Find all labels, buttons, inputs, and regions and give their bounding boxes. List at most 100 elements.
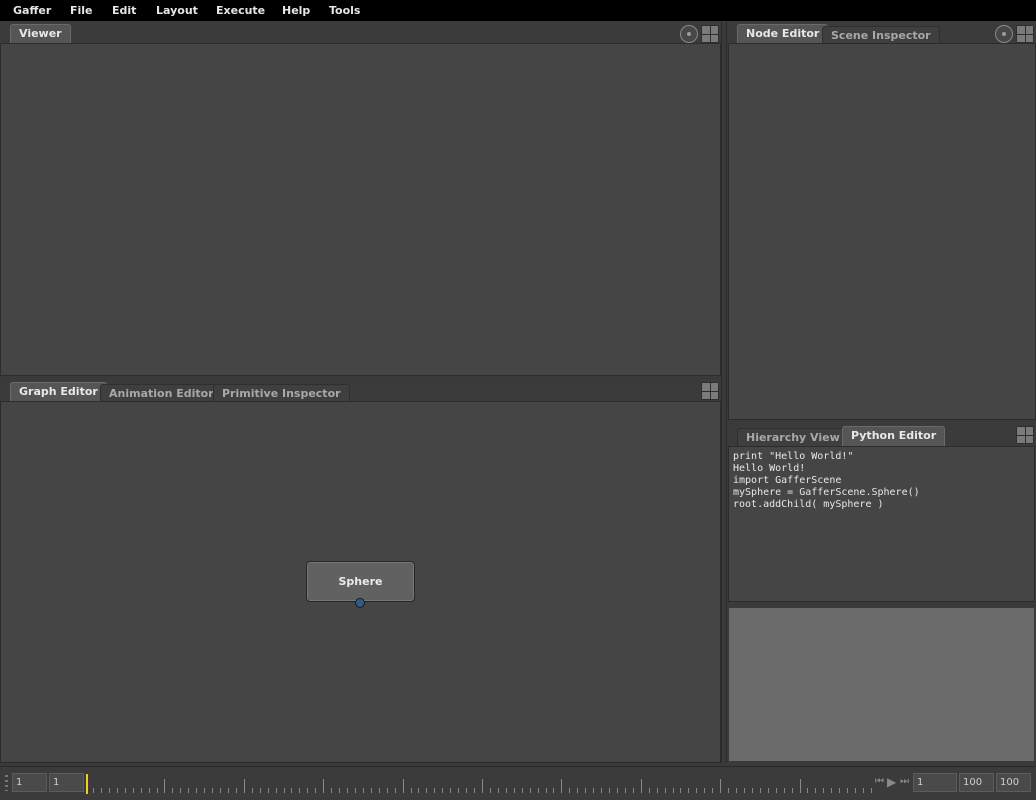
timeline-tick bbox=[497, 788, 499, 793]
viewer-panel[interactable] bbox=[0, 43, 721, 376]
output-line: Hello World! bbox=[733, 463, 806, 474]
timeline-tick bbox=[855, 788, 857, 793]
timeline-tick bbox=[712, 788, 714, 793]
timeline-tick bbox=[529, 788, 531, 793]
python-output[interactable]: print "Hello World!" Hello World! import G… bbox=[728, 446, 1035, 602]
timeline-tick bbox=[720, 779, 722, 793]
timeline-tick bbox=[489, 788, 491, 793]
timeline-tick bbox=[759, 788, 761, 793]
menu-help[interactable]: Help bbox=[282, 0, 310, 21]
timeline-tick bbox=[609, 788, 611, 793]
timeline-tick bbox=[656, 788, 658, 793]
tab-graph-editor[interactable]: Graph Editor bbox=[10, 382, 107, 402]
timeline-tick bbox=[815, 788, 817, 793]
timeline-tick bbox=[863, 788, 865, 793]
tab-scene-inspector[interactable]: Scene Inspector bbox=[822, 26, 940, 44]
end-frame-field[interactable]: 100 bbox=[996, 773, 1031, 792]
timeline-tick bbox=[196, 788, 198, 793]
step-forward-icon[interactable]: ⏭ bbox=[900, 776, 910, 788]
timeline-tick bbox=[482, 779, 483, 793]
timeline-tick bbox=[339, 788, 341, 793]
timeline-tick bbox=[418, 788, 420, 793]
timeline-tick bbox=[648, 788, 650, 793]
python-input[interactable] bbox=[728, 607, 1035, 762]
timeline-tick bbox=[871, 788, 872, 793]
timeline-tick bbox=[323, 779, 325, 793]
tab-animation-editor[interactable]: Animation Editor bbox=[100, 384, 223, 402]
timeline-tick bbox=[354, 788, 356, 793]
timeline-tick bbox=[315, 788, 317, 793]
vertical-splitter[interactable] bbox=[721, 22, 727, 763]
timeline-tick bbox=[474, 788, 476, 793]
range-end-field[interactable]: 100 bbox=[959, 773, 994, 792]
timeline-tick bbox=[93, 788, 94, 793]
timeline-tick bbox=[386, 788, 388, 793]
timeline-tick bbox=[235, 788, 237, 793]
timeline-tick bbox=[624, 788, 626, 793]
menu-gaffer[interactable]: Gaffer bbox=[13, 0, 51, 21]
tab-python-editor[interactable]: Python Editor bbox=[842, 426, 946, 446]
timeline-tick bbox=[569, 788, 571, 793]
layout-menu-icon[interactable] bbox=[701, 382, 719, 400]
timeline-tick bbox=[553, 788, 555, 793]
timeline-tick bbox=[402, 779, 404, 793]
tab-hierarchy-view[interactable]: Hierarchy View bbox=[737, 428, 849, 446]
timeline-tick bbox=[132, 788, 134, 793]
timeline-tick bbox=[791, 788, 793, 793]
timeline-tick bbox=[743, 788, 745, 793]
timeline-tick bbox=[466, 788, 468, 793]
timeline-tick bbox=[696, 788, 698, 793]
timeline-tick bbox=[116, 788, 118, 793]
step-back-icon[interactable]: ⏮ bbox=[875, 776, 885, 788]
timeline-tick bbox=[450, 788, 452, 793]
timeline-tick bbox=[275, 788, 277, 793]
timeline-tick bbox=[521, 788, 523, 793]
menu-tools[interactable]: Tools bbox=[329, 0, 360, 21]
timeline-tick bbox=[847, 788, 849, 793]
timeline-tick bbox=[593, 788, 595, 793]
timeline-tick bbox=[299, 788, 301, 793]
timeline-tick bbox=[124, 788, 126, 793]
grip-handle[interactable] bbox=[5, 775, 8, 791]
tab-primitive-inspector[interactable]: Primitive Inspector bbox=[213, 384, 350, 402]
timeline-tick bbox=[672, 788, 674, 793]
start-frame-field[interactable]: 1 bbox=[12, 773, 47, 792]
menu-edit[interactable]: Edit bbox=[112, 0, 136, 21]
timeline-tick bbox=[513, 788, 515, 793]
tab-node-editor[interactable]: Node Editor bbox=[737, 24, 829, 44]
timeline-tick bbox=[505, 788, 507, 793]
target-icon[interactable] bbox=[995, 25, 1013, 43]
layout-menu-icon[interactable] bbox=[1016, 426, 1034, 444]
layout-menu-icon[interactable] bbox=[701, 25, 719, 43]
output-line: print "Hello World!" bbox=[733, 451, 854, 462]
node-editor-panel[interactable] bbox=[728, 43, 1036, 420]
tab-viewer[interactable]: Viewer bbox=[10, 24, 71, 44]
timeline-tick bbox=[664, 788, 666, 793]
timeline-tick bbox=[585, 788, 587, 793]
timeline-tick bbox=[537, 788, 539, 793]
target-icon[interactable] bbox=[680, 25, 698, 43]
sphere-out-plug[interactable] bbox=[355, 598, 365, 608]
menu-execute[interactable]: Execute bbox=[216, 0, 265, 21]
timeline-tick bbox=[680, 788, 682, 793]
menu-layout[interactable]: Layout bbox=[156, 0, 198, 21]
sphere-node[interactable]: Sphere bbox=[306, 561, 415, 602]
timeline-tick bbox=[799, 779, 801, 793]
layout-menu-icon[interactable] bbox=[1016, 25, 1034, 43]
current-frame-field[interactable]: 1 bbox=[913, 773, 957, 792]
playhead[interactable] bbox=[86, 774, 88, 794]
timeline-tick bbox=[267, 788, 269, 793]
timeline-tick bbox=[601, 788, 603, 793]
timeline-tick bbox=[283, 788, 285, 793]
timeline-tick bbox=[291, 788, 293, 793]
timeline-tick bbox=[458, 788, 460, 793]
timeline-tick bbox=[728, 788, 730, 793]
range-start-field[interactable]: 1 bbox=[49, 773, 84, 792]
timeline-tick bbox=[577, 788, 579, 793]
timeline-tick bbox=[212, 788, 214, 793]
timeline-tick bbox=[775, 788, 777, 793]
timeline-tick bbox=[783, 788, 785, 793]
timeline-tick bbox=[188, 788, 190, 793]
play-icon[interactable]: ▶ bbox=[887, 776, 897, 788]
menu-file[interactable]: File bbox=[70, 0, 93, 21]
